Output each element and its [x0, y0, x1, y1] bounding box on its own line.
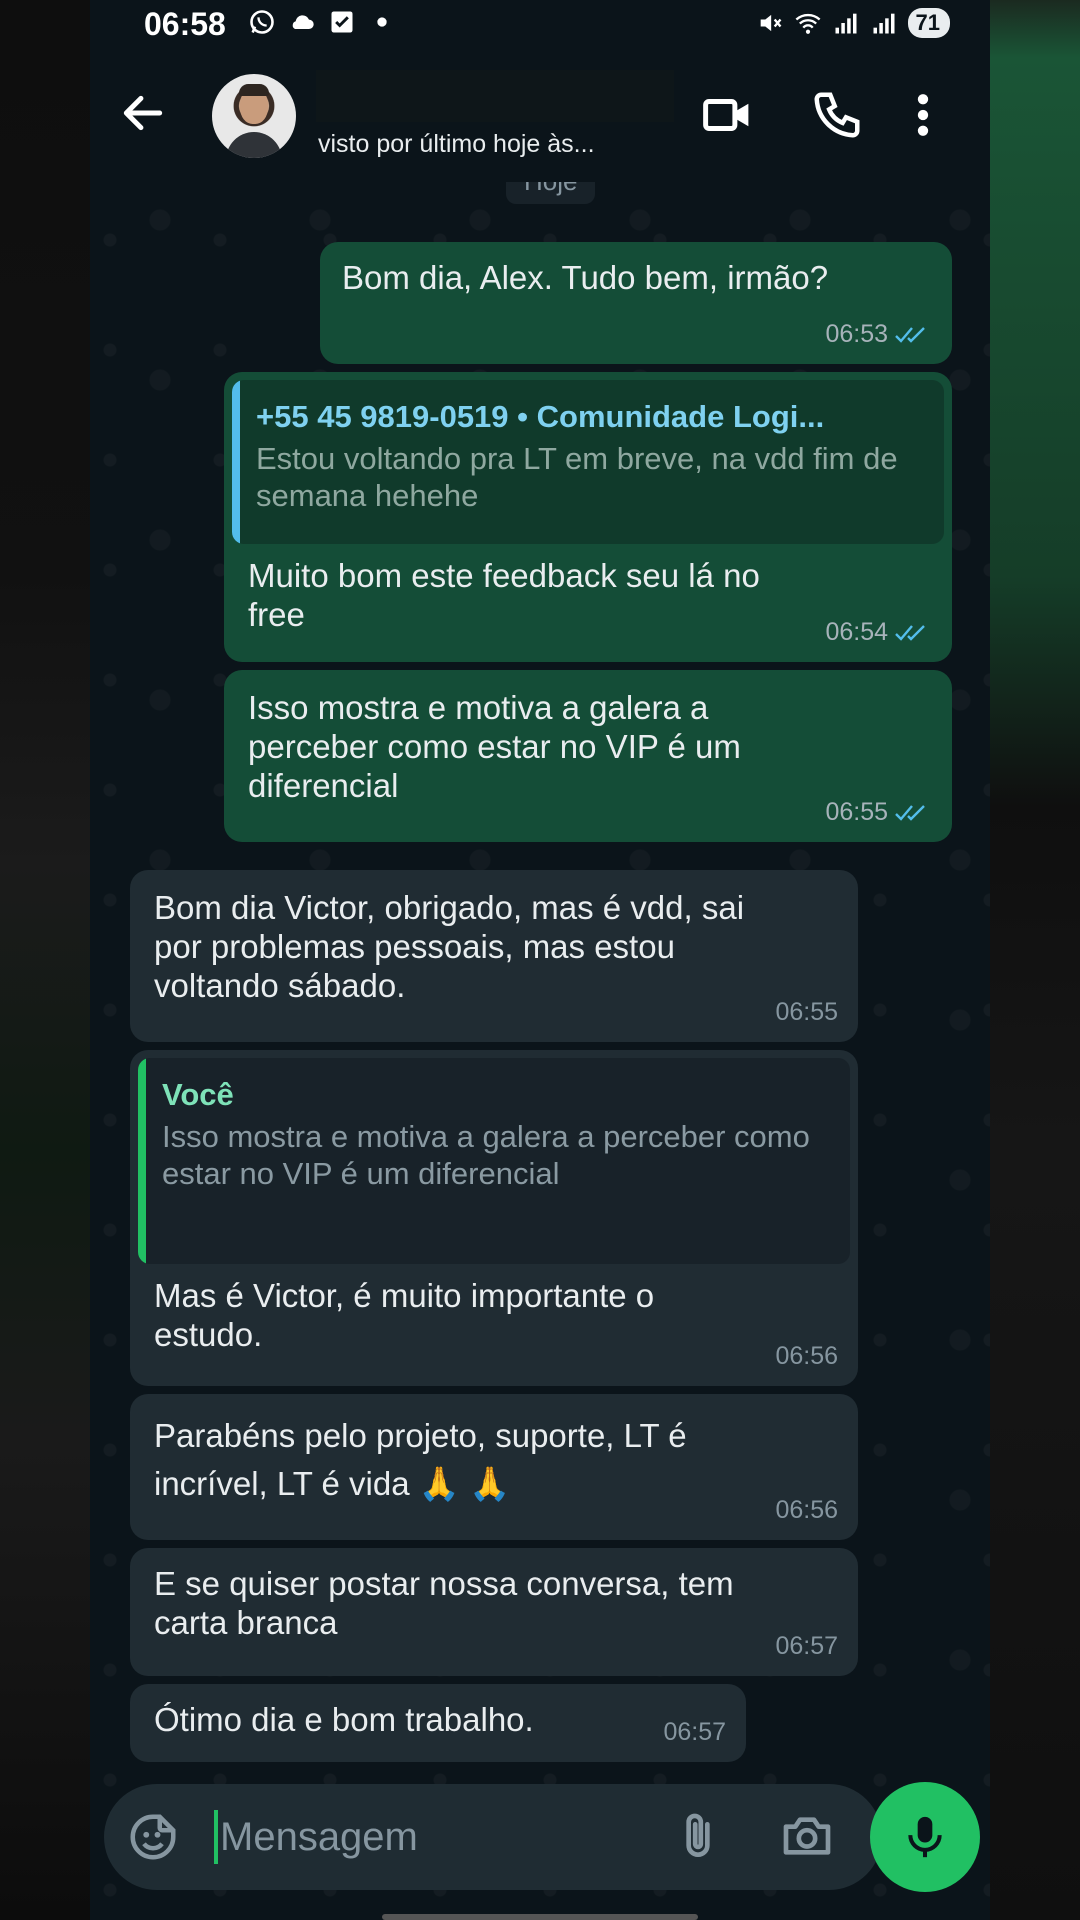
message-meta: 06:54	[825, 613, 932, 652]
text-cursor	[214, 1810, 218, 1864]
phone-icon[interactable]	[810, 88, 864, 142]
blurred-side-left	[0, 0, 90, 1920]
cloud-icon	[292, 15, 314, 29]
message-meta: 06:56	[775, 1337, 838, 1376]
message-text: Bom dia, Alex. Tudo bem, irmão?	[342, 259, 829, 296]
read-ticks-icon	[895, 326, 925, 343]
message-time: 06:54	[825, 618, 888, 646]
message-outgoing-reply[interactable]: +55 45 9819-0519 • Comunidade Logi... Es…	[224, 372, 952, 662]
message-incoming[interactable]: Ótimo dia e bom trabalho. 06:57	[130, 1684, 746, 1762]
message-meta: 06:55	[825, 793, 932, 832]
read-ticks-icon	[895, 804, 925, 821]
message-incoming-reply[interactable]: Você Isso mostra e motiva a galera a per…	[130, 1050, 858, 1386]
message-text: Parabéns pelo projeto, suporte, LT é inc…	[154, 1417, 696, 1502]
checkbox-notification-icon	[331, 11, 353, 33]
message-time: 06:55	[775, 998, 838, 1026]
message-outgoing[interactable]: Isso mostra e motiva a galera a perceber…	[224, 670, 952, 842]
back-arrow-icon[interactable]	[118, 88, 168, 138]
message-text: Mas é Victor, é muito importante o estud…	[154, 1277, 664, 1353]
signal-icon-1	[835, 13, 857, 34]
status-bar: 06:58 71	[90, 0, 990, 52]
message-meta: 06:53	[825, 315, 932, 354]
read-ticks-icon	[895, 624, 925, 641]
notification-icons	[248, 8, 396, 36]
message-meta: 06:57	[775, 1627, 838, 1666]
mic-icon	[908, 1816, 942, 1858]
message-composer	[104, 1784, 882, 1890]
message-text: Ótimo dia e bom trabalho.	[154, 1701, 534, 1738]
message-meta: 06:57	[663, 1713, 726, 1752]
message-text: E se quiser postar nossa conversa, tem c…	[154, 1565, 743, 1641]
chat-header: visto por último hoje às...	[90, 52, 990, 182]
quote-text: Estou voltando pra LT em breve, na vdd f…	[256, 441, 898, 513]
contact-name-redacted[interactable]	[316, 70, 674, 122]
battery-level: 71	[907, 8, 950, 38]
message-incoming[interactable]: E se quiser postar nossa conversa, tem c…	[130, 1548, 858, 1676]
sticker-icon[interactable]	[126, 1810, 180, 1864]
contact-avatar[interactable]	[212, 74, 296, 158]
message-text: Isso mostra e motiva a galera a perceber…	[248, 689, 750, 804]
message-meta: 06:56	[775, 1491, 838, 1530]
quoted-message[interactable]: Você Isso mostra e motiva a galera a per…	[138, 1058, 850, 1264]
status-time: 06:58	[144, 6, 226, 42]
home-indicator[interactable]	[382, 1914, 698, 1920]
more-vert-icon[interactable]	[896, 88, 950, 142]
system-icons: 71	[756, 8, 950, 38]
mic-button[interactable]	[870, 1782, 980, 1892]
quote-text: Isso mostra e motiva a galera a perceber…	[162, 1119, 810, 1191]
quote-author: Você	[162, 1077, 234, 1112]
mute-icon	[760, 14, 781, 32]
quote-author: +55 45 9819-0519 • Comunidade Logi...	[256, 399, 825, 434]
dot-icon	[377, 17, 387, 27]
camera-icon[interactable]	[778, 1808, 836, 1864]
message-time: 06:53	[825, 320, 888, 348]
wifi-icon	[795, 13, 820, 34]
message-incoming[interactable]: Parabéns pelo projeto, suporte, LT é inc…	[130, 1394, 858, 1540]
message-time: 06:57	[663, 1718, 726, 1746]
message-time: 06:56	[775, 1342, 838, 1370]
message-meta: 06:55	[775, 993, 838, 1032]
message-time: 06:55	[825, 798, 888, 826]
video-call-icon[interactable]	[700, 88, 754, 142]
message-time: 06:56	[775, 1496, 838, 1524]
chat-screen: 06:58 71 visto por último hoje às... Hoj…	[90, 0, 990, 1920]
message-text: Bom dia Victor, obrigado, mas é vdd, sai…	[154, 889, 754, 1004]
attach-icon[interactable]	[670, 1808, 726, 1864]
whatsapp-notification-icon	[250, 10, 274, 34]
message-incoming[interactable]: Bom dia Victor, obrigado, mas é vdd, sai…	[130, 870, 858, 1042]
message-time: 06:57	[775, 1632, 838, 1660]
message-outgoing[interactable]: Bom dia, Alex. Tudo bem, irmão? 06:53	[320, 242, 952, 364]
signal-icon-2	[873, 13, 895, 34]
quoted-message[interactable]: +55 45 9819-0519 • Comunidade Logi... Es…	[232, 380, 944, 544]
message-input[interactable]	[220, 1808, 640, 1866]
last-seen-status: visto por último hoje às...	[318, 130, 595, 158]
blurred-side-right	[990, 0, 1080, 1920]
